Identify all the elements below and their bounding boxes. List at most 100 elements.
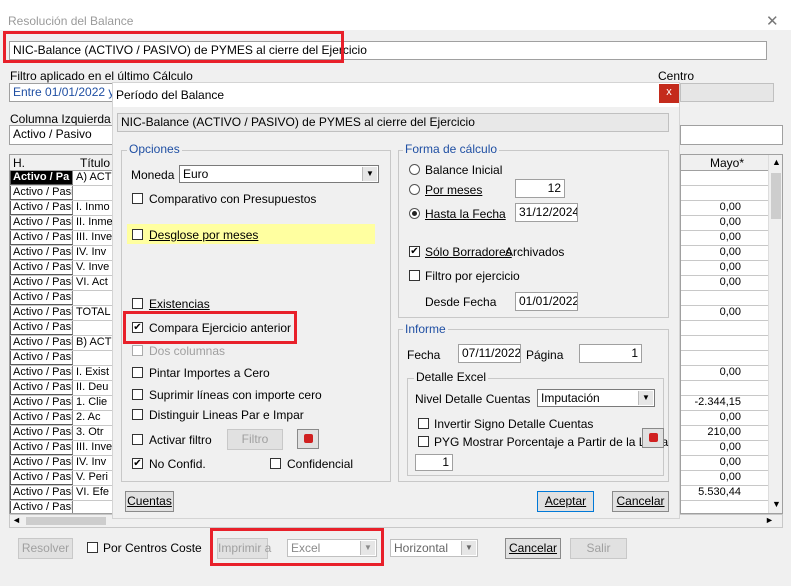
centro-field[interactable] (680, 83, 774, 102)
table-row[interactable]: 0,00 (681, 441, 768, 456)
grid-cell-mayo[interactable]: 0,00 (681, 441, 743, 455)
grid-cell-mayo[interactable] (681, 321, 743, 335)
balance-inicial-radio[interactable] (409, 164, 420, 175)
table-row[interactable]: Activo / Pa A) ACT (10, 171, 118, 186)
grid-cell-h[interactable]: Activo / Pasi (10, 306, 73, 320)
confidencial-checkbox[interactable] (270, 458, 281, 469)
grid-cell-h[interactable]: Activo / Pasi (10, 246, 73, 260)
hscroll-thumb[interactable] (26, 517, 106, 525)
table-row[interactable]: Activo / Pasi I. Inmo (10, 201, 118, 216)
table-row[interactable]: 0,00 (681, 276, 768, 291)
moneda-select[interactable]: Euro ▼ (179, 165, 379, 183)
table-row[interactable]: 0,00 (681, 201, 768, 216)
grid-cell-h[interactable]: Activo / Pasi (10, 201, 73, 215)
filtro-ejercicio-checkbox[interactable] (409, 270, 420, 281)
table-row[interactable]: Activo / Pasi II. Inme (10, 216, 118, 231)
no-confid-checkbox[interactable]: ✔ (132, 458, 143, 469)
table-row[interactable]: 0,00 (681, 261, 768, 276)
hasta-fecha-radio[interactable] (409, 208, 420, 219)
periodo-close-icon[interactable]: x (659, 84, 679, 103)
table-row[interactable] (681, 321, 768, 336)
grid-cell-h[interactable]: Activo / Pasi (10, 456, 73, 470)
grid-cell-mayo[interactable]: 0,00 (681, 471, 743, 485)
grid-cell-mayo[interactable] (681, 336, 743, 350)
por-meses-input[interactable]: 12 (515, 179, 565, 198)
table-row[interactable]: Activo / Pasi III. Inve (10, 441, 118, 456)
table-row[interactable] (681, 186, 768, 201)
grid-cell-h[interactable]: Activo / Pasi (10, 291, 73, 305)
grid-cell-mayo[interactable]: 5.530,44 (681, 486, 743, 500)
imprimir-button[interactable]: Imprimir a (217, 538, 271, 559)
por-centros-checkbox[interactable] (87, 542, 98, 553)
table-row[interactable] (681, 381, 768, 396)
pyg-wizard-icon[interactable] (642, 428, 664, 448)
scroll-down-icon[interactable]: ▼ (772, 499, 781, 509)
distinguir-checkbox[interactable] (132, 409, 143, 420)
grid-cell-mayo[interactable]: 0,00 (681, 216, 743, 230)
pyg-linea-input[interactable]: 1 (415, 454, 453, 471)
grid-cell-mayo[interactable]: 0,00 (681, 231, 743, 245)
grid-cell-h[interactable]: Activo / Pasi (10, 426, 73, 440)
table-row[interactable]: Activo / Pasi IV. Inv (10, 246, 118, 261)
table-row[interactable]: 0,00 (681, 411, 768, 426)
grid-cell-mayo[interactable] (681, 171, 743, 185)
grid-cell-h[interactable]: Activo / Pasi (10, 216, 73, 230)
formato-select[interactable]: Excel ▼ (287, 539, 377, 557)
table-row[interactable]: 5.530,44 (681, 486, 768, 501)
table-row[interactable]: 0,00 (681, 246, 768, 261)
grid-cell-mayo[interactable]: 0,00 (681, 246, 743, 260)
grid-cell-h[interactable]: Activo / Pa (10, 171, 73, 185)
table-row[interactable]: Activo / Pasi TOTAL (10, 306, 118, 321)
table-row[interactable]: Activo / Pasi 1. Clie (10, 396, 118, 411)
table-row[interactable] (681, 291, 768, 306)
grid-cell-h[interactable]: Activo / Pasi (10, 186, 73, 200)
table-row[interactable]: Activo / Pasi 2. Ac (10, 411, 118, 426)
table-row[interactable]: Activo / Pasi (10, 186, 118, 201)
grid-cell-h[interactable]: Activo / Pasi (10, 501, 73, 513)
table-row[interactable]: Activo / Pasi IV. Inv (10, 456, 118, 471)
grid-header-h[interactable]: H. (13, 156, 25, 170)
columna-izquierda-field[interactable]: Activo / Pasivo (9, 125, 117, 145)
hasta-fecha-input[interactable]: 31/12/2024 (515, 203, 578, 222)
nivel-detalle-select[interactable]: Imputación ▼ (537, 389, 655, 407)
grid-cell-mayo[interactable] (681, 291, 743, 305)
fecha-input[interactable]: 07/11/2022 (458, 344, 521, 363)
table-row[interactable]: Activo / Pasi V. Peri (10, 471, 118, 486)
grid-header-titulo[interactable]: Título (80, 156, 110, 170)
cancelar-dialog-button[interactable]: Cancelar (612, 491, 669, 512)
grid-cell-h[interactable]: Activo / Pasi (10, 261, 73, 275)
table-row[interactable]: 210,00 (681, 426, 768, 441)
resolver-button[interactable]: Resolver (18, 538, 73, 559)
table-row[interactable]: 0,00 (681, 456, 768, 471)
table-row[interactable]: Activo / Pasi VI. Efe (10, 486, 118, 501)
compara-checkbox[interactable]: ✔ (132, 322, 143, 333)
grid-cell-h[interactable]: Activo / Pasi (10, 336, 73, 350)
table-row[interactable]: 0,00 (681, 231, 768, 246)
grid-cell-mayo[interactable]: 210,00 (681, 426, 743, 440)
report-name-field[interactable]: NIC-Balance (ACTIVO / PASIVO) de PYMES a… (9, 41, 767, 60)
grid-cell-h[interactable]: Activo / Pasi (10, 441, 73, 455)
pagina-input[interactable]: 1 (579, 344, 642, 363)
grid-cell-h[interactable]: Activo / Pasi (10, 231, 73, 245)
suprimir-checkbox[interactable] (132, 389, 143, 400)
grid-cell-mayo[interactable]: 0,00 (681, 306, 743, 320)
cuentas-button[interactable]: Cuentas (125, 491, 174, 512)
grid-cell-mayo[interactable] (681, 501, 743, 513)
table-row[interactable] (681, 501, 768, 513)
grid-cell-h[interactable]: Activo / Pasi (10, 471, 73, 485)
table-row[interactable] (681, 336, 768, 351)
table-row[interactable]: 0,00 (681, 471, 768, 486)
grid-cell-h[interactable]: Activo / Pasi (10, 276, 73, 290)
table-row[interactable]: Activo / Pasi II. Deu (10, 381, 118, 396)
aceptar-button[interactable]: Aceptar (537, 491, 594, 512)
invertir-signo-checkbox[interactable] (418, 418, 429, 429)
table-row[interactable]: Activo / Pasi I. Exist (10, 366, 118, 381)
table-row[interactable]: 0,00 (681, 306, 768, 321)
grid-cell-mayo[interactable]: 0,00 (681, 411, 743, 425)
scroll-right-icon[interactable]: ► (765, 515, 774, 525)
table-row[interactable]: Activo / Pasi (10, 291, 118, 306)
salir-button[interactable]: Salir (570, 538, 627, 559)
columna-derecha-field[interactable] (680, 125, 783, 145)
desglose-checkbox[interactable] (132, 229, 143, 240)
table-row[interactable]: Activo / Pasi VI. Act (10, 276, 118, 291)
